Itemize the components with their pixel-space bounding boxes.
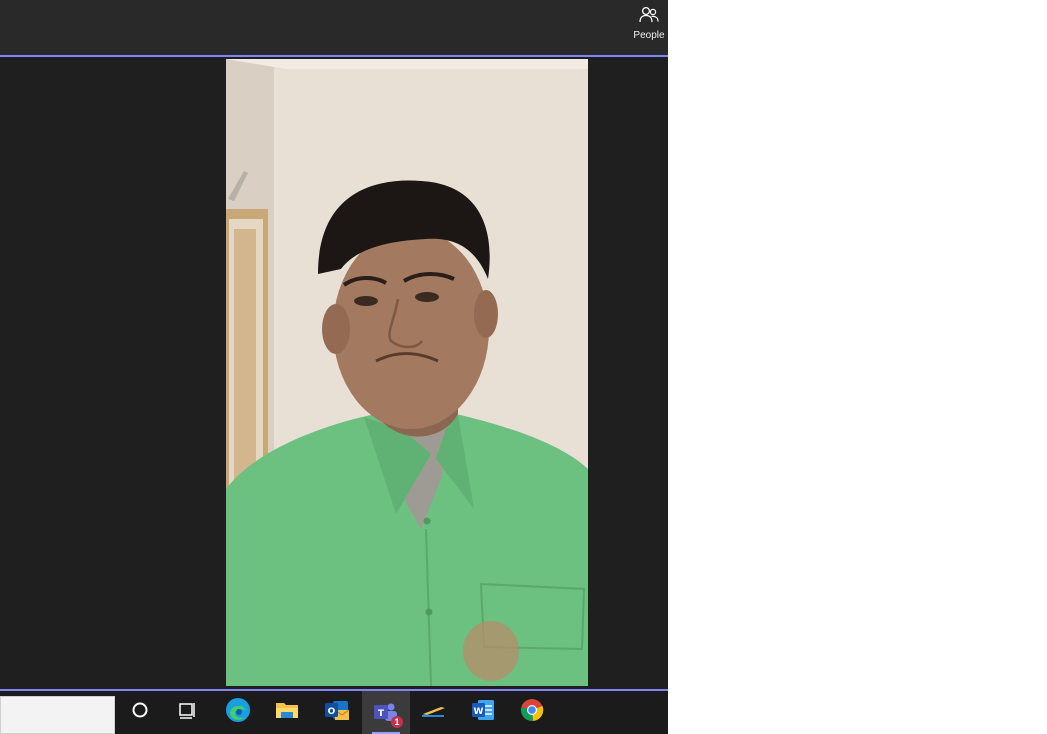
meeting-stage <box>0 57 668 689</box>
participant-video-frame <box>226 59 588 686</box>
teams-notification-badge: 1 <box>391 715 403 728</box>
edge-button[interactable] <box>214 691 262 734</box>
windows-taskbar: O T 1 W <box>0 691 668 734</box>
cortana-icon <box>131 701 149 724</box>
word-button[interactable]: W <box>459 691 507 734</box>
svg-text:W: W <box>474 707 484 717</box>
participant-video[interactable] <box>226 59 588 686</box>
taskbar-search-box[interactable] <box>0 696 115 734</box>
people-button[interactable]: People <box>632 6 666 46</box>
word-icon: W <box>470 698 496 727</box>
edge-icon <box>225 697 251 728</box>
task-view-icon <box>178 701 198 724</box>
people-icon <box>639 6 659 29</box>
svg-text:O: O <box>328 707 336 717</box>
people-label: People <box>633 30 665 41</box>
teams-meeting-window: People O T 1 W <box>0 0 668 734</box>
meeting-toolbar: People <box>0 0 668 57</box>
outlook-button[interactable]: O <box>313 691 361 734</box>
sticky-notes-button[interactable] <box>410 691 458 734</box>
teams-icon: T 1 <box>372 700 403 728</box>
folder-icon <box>275 700 299 725</box>
pen-icon <box>421 702 447 723</box>
chrome-icon <box>520 698 544 727</box>
svg-text:T: T <box>378 709 385 719</box>
cortana-button[interactable] <box>116 691 164 734</box>
outlook-icon: O <box>324 698 350 727</box>
file-explorer-button[interactable] <box>263 691 311 734</box>
task-view-button[interactable] <box>164 691 212 734</box>
teams-button[interactable]: T 1 <box>362 691 410 734</box>
chrome-button[interactable] <box>508 691 556 734</box>
